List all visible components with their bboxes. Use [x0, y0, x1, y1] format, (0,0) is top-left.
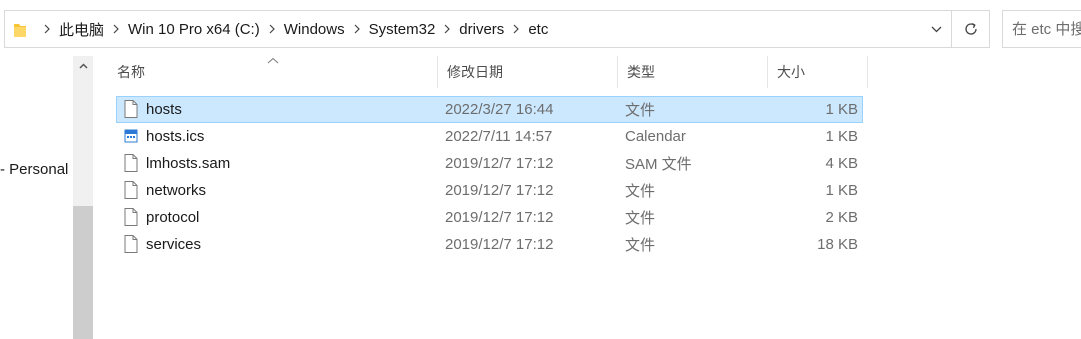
file-row-lmhosts-sam[interactable]: lmhosts.sam 2019/12/7 17:12 SAM 文件 4 KB: [116, 150, 863, 177]
file-list: hosts 2022/3/27 16:44 文件 1 KB hosts.ics …: [116, 96, 863, 258]
nav-item-personal[interactable]: - Personal: [0, 161, 68, 178]
breadcrumb-item-system32[interactable]: System32: [369, 21, 436, 38]
blank-file-icon: [124, 154, 138, 172]
file-name: services: [146, 236, 202, 253]
breadcrumb-item-etc[interactable]: etc: [528, 21, 548, 38]
refresh-icon: [964, 23, 977, 35]
scrollbar-thumb[interactable]: [73, 206, 93, 339]
address-bar[interactable]: 此电脑 Win 10 Pro x64 (C:) Windows System32…: [4, 10, 952, 48]
chevron-right-icon[interactable]: [504, 11, 528, 47]
column-header-name[interactable]: 名称: [108, 56, 438, 88]
file-size: 1 KB: [825, 128, 858, 145]
chevron-right-icon[interactable]: [104, 11, 128, 47]
file-row-hosts-ics[interactable]: hosts.ics 2022/7/11 14:57 Calendar 1 KB: [116, 123, 863, 150]
file-size: 1 KB: [825, 101, 858, 118]
chevron-right-icon[interactable]: [35, 11, 59, 47]
breadcrumb: 此电脑 Win 10 Pro x64 (C:) Windows System32…: [35, 11, 548, 47]
breadcrumb-item-c-drive[interactable]: Win 10 Pro x64 (C:): [128, 21, 260, 38]
file-type: 文件: [625, 183, 656, 200]
file-row-protocol[interactable]: protocol 2019/12/7 17:12 文件 2 KB: [116, 204, 863, 231]
file-name: hosts.ics: [146, 128, 205, 145]
breadcrumb-item-windows[interactable]: Windows: [284, 21, 345, 38]
file-date-modified: 2022/7/11 14:57: [445, 128, 553, 145]
file-date-modified: 2019/12/7 17:12: [445, 236, 554, 253]
column-header-date-modified[interactable]: 修改日期: [438, 56, 618, 88]
file-name: lmhosts.sam: [146, 155, 231, 172]
file-date-modified: 2022/3/27 16:44: [445, 101, 554, 118]
file-date-modified: 2019/12/7 17:12: [445, 155, 554, 172]
folder-icon: [14, 24, 26, 37]
column-header-size[interactable]: 大小: [768, 56, 868, 88]
breadcrumb-item-drivers[interactable]: drivers: [459, 21, 504, 38]
file-row-services[interactable]: services 2019/12/7 17:12 文件 18 KB: [116, 231, 863, 258]
file-row-hosts[interactable]: hosts 2022/3/27 16:44 文件 1 KB: [116, 96, 863, 123]
refresh-button[interactable]: [952, 10, 990, 48]
scroll-up-button[interactable]: [73, 56, 93, 76]
blank-file-icon: [124, 235, 138, 253]
file-date-modified: 2019/12/7 17:12: [445, 209, 554, 226]
file-name: hosts: [146, 101, 182, 118]
column-header-type[interactable]: 类型: [618, 56, 768, 88]
file-date-modified: 2019/12/7 17:12: [445, 182, 554, 199]
address-history-dropdown-button[interactable]: [921, 11, 951, 47]
file-size: 4 KB: [825, 155, 858, 172]
blank-file-icon: [124, 100, 138, 118]
blank-file-icon: [124, 208, 138, 226]
file-type: 文件: [625, 210, 656, 227]
file-name: protocol: [146, 209, 200, 226]
breadcrumb-item-this-pc[interactable]: 此电脑: [59, 19, 104, 40]
chevron-right-icon[interactable]: [345, 11, 369, 47]
file-type: Calendar: [625, 128, 686, 145]
file-type: SAM 文件: [625, 156, 692, 173]
calendar-file-icon: [124, 129, 138, 143]
chevron-down-icon: [931, 26, 941, 32]
file-type: 文件: [625, 102, 656, 119]
blank-file-icon: [124, 181, 138, 199]
file-row-networks[interactable]: networks 2019/12/7 17:12 文件 1 KB: [116, 177, 863, 204]
file-size: 1 KB: [825, 182, 858, 199]
file-size: 18 KB: [817, 236, 858, 253]
chevron-right-icon[interactable]: [435, 11, 459, 47]
file-list-header: 名称 修改日期 类型 大小: [108, 56, 868, 88]
caret-up-icon: [78, 63, 88, 69]
nav-pane-scrollbar[interactable]: [73, 56, 93, 339]
search-box[interactable]: [1002, 10, 1081, 48]
file-size: 2 KB: [825, 209, 858, 226]
search-input[interactable]: [1012, 20, 1081, 38]
chevron-right-icon[interactable]: [260, 11, 284, 47]
file-name: networks: [146, 182, 207, 199]
file-type: 文件: [625, 237, 656, 254]
